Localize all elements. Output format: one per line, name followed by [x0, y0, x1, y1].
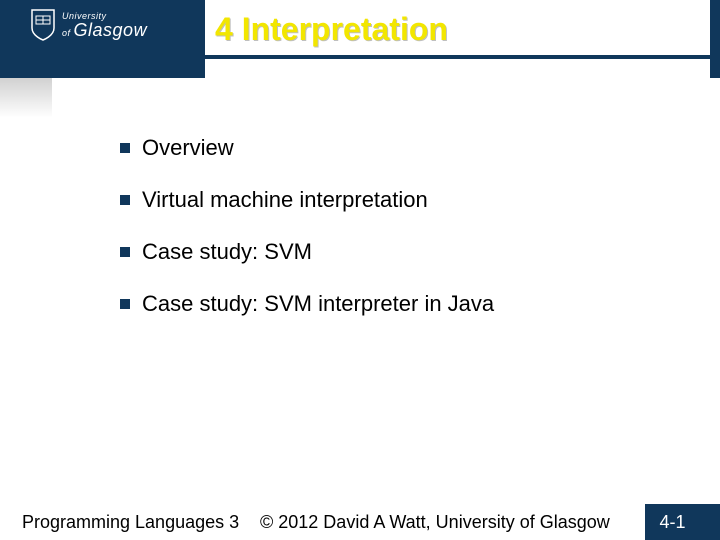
bullet-text: Overview: [142, 135, 234, 161]
list-item: Overview: [120, 135, 680, 161]
list-item: Virtual machine interpretation: [120, 187, 680, 213]
slide-title: 4 Interpretation: [215, 11, 448, 48]
crest-icon: [30, 8, 56, 42]
logo-line2: Glasgow: [74, 20, 148, 40]
title-gap: [205, 59, 710, 78]
logo-text: University of Glasgow: [62, 12, 147, 39]
footer: Programming Languages 3 © 2012 David A W…: [0, 504, 720, 540]
logo-of: of: [62, 28, 71, 38]
bullet-icon: [120, 299, 130, 309]
bullet-icon: [120, 247, 130, 257]
university-logo: University of Glasgow: [30, 8, 147, 42]
bullet-icon: [120, 143, 130, 153]
bullet-text: Case study: SVM interpreter in Java: [142, 291, 494, 317]
footer-course: Programming Languages 3: [22, 512, 239, 533]
bullet-icon: [120, 195, 130, 205]
list-item: Case study: SVM interpreter in Java: [120, 291, 680, 317]
title-area: 4 Interpretation: [205, 0, 710, 58]
bullet-text: Virtual machine interpretation: [142, 187, 428, 213]
header-shadow: [0, 78, 52, 120]
bullet-list: Overview Virtual machine interpretation …: [120, 135, 680, 343]
list-item: Case study: SVM: [120, 239, 680, 265]
footer-page-number: 4-1: [645, 504, 700, 540]
bullet-text: Case study: SVM: [142, 239, 312, 265]
footer-copyright: © 2012 David A Watt, University of Glasg…: [260, 512, 610, 533]
slide: 4 Interpretation University of Glasgow O…: [0, 0, 720, 540]
